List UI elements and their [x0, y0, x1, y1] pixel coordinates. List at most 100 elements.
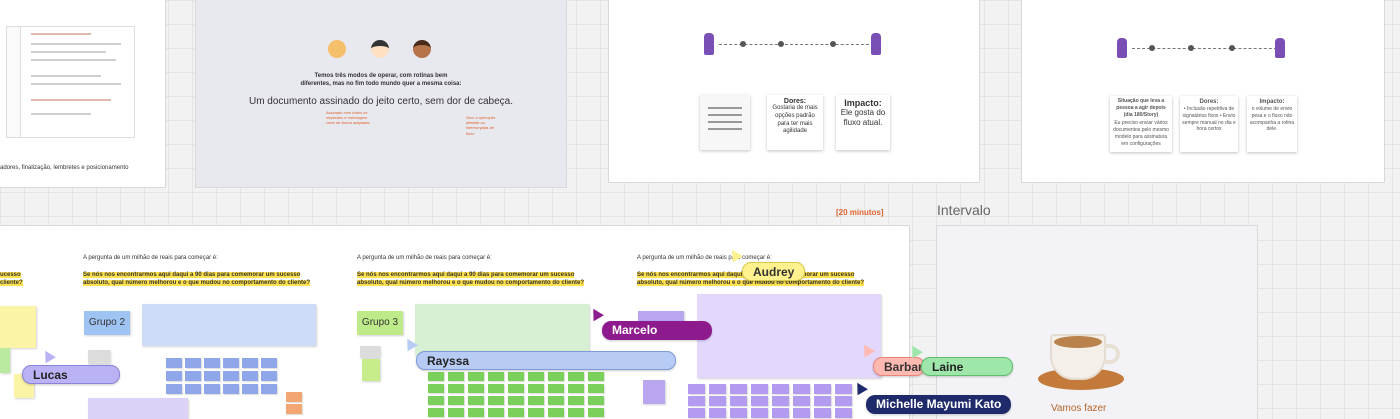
mini-sticky-note[interactable] [793, 384, 810, 394]
mini-sticky-note[interactable] [751, 384, 768, 394]
card-document-lines[interactable] [700, 95, 750, 150]
mini-sticky-note[interactable] [428, 408, 444, 417]
sticky-green[interactable] [0, 348, 10, 373]
mini-sticky-note[interactable] [242, 371, 258, 381]
mini-sticky-note[interactable] [261, 371, 277, 381]
mini-sticky-note[interactable] [242, 384, 258, 394]
mini-sticky-note[interactable] [223, 384, 239, 394]
mini-sticky-note[interactable] [166, 384, 182, 394]
mini-sticky-note[interactable] [528, 396, 544, 405]
mini-sticky-note[interactable] [185, 384, 201, 394]
frame-journey-persona-1[interactable]: Dores: Gostaria de mais opções padrão pa… [609, 0, 979, 182]
mini-sticky-note[interactable] [814, 408, 831, 418]
card-situation[interactable]: Situação que leva a pessoa a agir depois… [1110, 96, 1172, 152]
sticky-purple[interactable] [88, 398, 188, 419]
mini-sticky-note[interactable] [835, 396, 852, 406]
mini-sticky-note[interactable] [204, 371, 220, 381]
mini-sticky-note[interactable] [528, 372, 544, 381]
mini-sticky-note[interactable] [242, 358, 258, 368]
mini-sticky-note[interactable] [204, 358, 220, 368]
frame-operating-modes[interactable]: Temos três modos de operar, com rotinas … [196, 0, 566, 187]
mini-sticky-note[interactable] [508, 408, 524, 417]
mini-sticky-note[interactable] [772, 384, 789, 394]
mini-sticky-note[interactable] [568, 372, 584, 381]
mini-sticky-note[interactable] [772, 396, 789, 406]
mini-sticky-note[interactable] [488, 396, 504, 405]
mini-sticky-note[interactable] [730, 384, 747, 394]
mini-sticky-note[interactable] [709, 408, 726, 418]
mini-sticky-note[interactable] [508, 372, 524, 381]
mini-sticky-note[interactable] [688, 396, 705, 406]
mini-sticky-note[interactable] [588, 396, 604, 405]
mini-sticky-note[interactable] [730, 408, 747, 418]
card-impact-2[interactable]: Impacto: o volume de envio pesa e o flux… [1247, 96, 1297, 152]
mini-sticky-note[interactable] [448, 408, 464, 417]
mini-sticky-note[interactable] [508, 384, 524, 393]
mini-sticky-note[interactable] [488, 372, 504, 381]
mini-sticky-note[interactable] [428, 384, 444, 393]
mini-sticky-note[interactable] [751, 408, 768, 418]
mini-sticky-note[interactable] [528, 408, 544, 417]
card-pains[interactable]: Dores: Gostaria de mais opções padrão pa… [767, 95, 823, 150]
mini-sticky-note[interactable] [185, 371, 201, 381]
mini-sticky-note[interactable] [772, 408, 789, 418]
mini-sticky-note[interactable] [448, 396, 464, 405]
sticky-grey[interactable] [88, 350, 110, 364]
summary-card-blue[interactable] [142, 304, 316, 346]
mini-sticky-note[interactable] [548, 408, 564, 417]
mini-sticky-note[interactable] [588, 408, 604, 417]
mini-sticky-note[interactable] [814, 384, 831, 394]
mini-sticky-note[interactable] [730, 396, 747, 406]
mini-sticky-note[interactable] [261, 384, 277, 394]
frame-document-flow[interactable]: adores, finalização, lembretes e posicio… [0, 0, 165, 187]
mini-sticky-note[interactable] [793, 396, 810, 406]
mini-sticky-note[interactable] [223, 358, 239, 368]
mini-sticky-note[interactable] [793, 408, 810, 418]
mini-sticky-note[interactable] [448, 384, 464, 393]
summary-card-purple[interactable] [697, 294, 881, 378]
mini-sticky-note[interactable] [508, 396, 524, 405]
mini-sticky-note[interactable] [448, 372, 464, 381]
mini-sticky-note[interactable] [204, 384, 220, 394]
mini-sticky-note[interactable] [428, 372, 444, 381]
mini-sticky-note[interactable] [814, 396, 831, 406]
mini-sticky-note[interactable] [688, 408, 705, 418]
mini-sticky-note[interactable] [468, 372, 484, 381]
mini-sticky-note[interactable] [468, 408, 484, 417]
mini-sticky-note[interactable] [709, 384, 726, 394]
summary-card-green[interactable] [415, 304, 589, 356]
mini-sticky-note[interactable] [468, 396, 484, 405]
mini-sticky-note[interactable] [568, 408, 584, 417]
mini-sticky-note[interactable] [548, 396, 564, 405]
sticky-yellow[interactable] [0, 306, 36, 348]
mini-sticky-note[interactable] [166, 358, 182, 368]
mini-sticky-note[interactable] [261, 358, 277, 368]
mini-sticky-note[interactable] [166, 371, 182, 381]
mini-sticky-note[interactable] [528, 384, 544, 393]
mini-sticky-note[interactable] [835, 408, 852, 418]
mini-sticky-note[interactable] [548, 384, 564, 393]
mini-sticky-note[interactable] [286, 392, 302, 402]
sticky-purple-2[interactable] [643, 380, 665, 404]
mini-sticky-note[interactable] [835, 384, 852, 394]
mini-sticky-note[interactable] [428, 396, 444, 405]
sticky-grey-2[interactable] [360, 346, 380, 358]
card-impact[interactable]: Impacto: Ele gosta do fluxo atual. [836, 95, 890, 150]
mini-sticky-note[interactable] [688, 384, 705, 394]
mini-sticky-note[interactable] [588, 384, 604, 393]
mini-sticky-note[interactable] [568, 384, 584, 393]
mini-sticky-note[interactable] [286, 404, 302, 414]
card-pains-2[interactable]: Dores: • Inclusão repetitiva de signatár… [1180, 96, 1238, 152]
mini-sticky-note[interactable] [548, 372, 564, 381]
frame-journey-persona-2[interactable]: Situação que leva a pessoa a agir depois… [1022, 0, 1384, 182]
mini-sticky-note[interactable] [751, 396, 768, 406]
mini-sticky-note[interactable] [568, 396, 584, 405]
mini-sticky-note[interactable] [223, 371, 239, 381]
mini-sticky-note[interactable] [488, 408, 504, 417]
mini-sticky-note[interactable] [185, 358, 201, 368]
mini-sticky-note[interactable] [709, 396, 726, 406]
sticky-green-big[interactable] [362, 359, 380, 381]
mini-sticky-note[interactable] [488, 384, 504, 393]
mini-sticky-note[interactable] [468, 384, 484, 393]
mini-sticky-note[interactable] [588, 372, 604, 381]
